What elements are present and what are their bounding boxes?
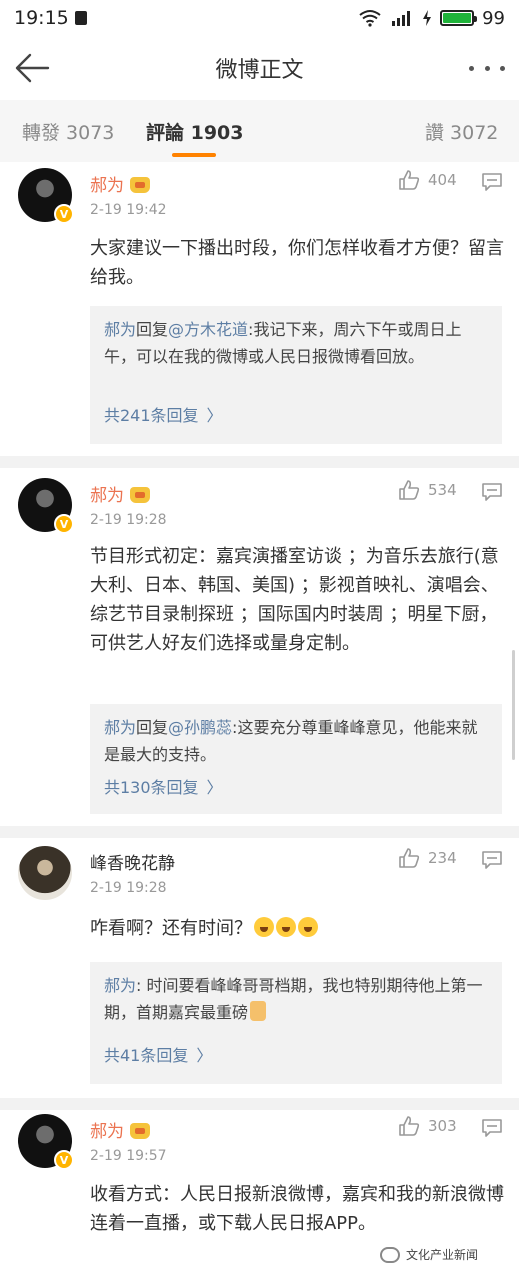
like-count: 404 bbox=[428, 171, 457, 189]
reply-box[interactable]: 郝为回复@方木花道:我记下来，周六下午或周日上午，可以在我的微博或人民日报微博看… bbox=[90, 306, 502, 444]
comment-author[interactable]: 郝为 bbox=[90, 1117, 150, 1142]
divider bbox=[0, 1098, 519, 1110]
battery-icon bbox=[440, 10, 478, 26]
page-title: 微博正文 bbox=[215, 58, 304, 83]
wechat-icon bbox=[380, 1246, 400, 1263]
reply-icon[interactable] bbox=[482, 851, 502, 869]
comment-time: 2-19 19:42 bbox=[90, 202, 167, 218]
reply-text: 郝为回复@孙鹏蕊:这要充分尊重峰峰意见，他能来就是最大的支持。 bbox=[104, 718, 478, 764]
verified-badge-icon: V bbox=[54, 514, 74, 534]
reply-icon[interactable] bbox=[482, 173, 502, 191]
divider bbox=[0, 826, 519, 838]
thumbs-up-icon bbox=[399, 848, 420, 868]
tab-reposts[interactable]: 轉發 3073 bbox=[22, 118, 114, 145]
view-replies-link[interactable]: 共41条回复〉 bbox=[104, 1042, 212, 1066]
more-options-icon[interactable] bbox=[469, 54, 505, 82]
thumbs-up-icon bbox=[399, 1116, 420, 1136]
divider bbox=[0, 456, 519, 468]
like-count: 534 bbox=[428, 481, 457, 499]
thumbs-up-icon bbox=[399, 480, 420, 500]
member-crown-icon bbox=[130, 1123, 150, 1139]
thumbs-up-emoji-icon bbox=[250, 1001, 267, 1021]
comment-time: 2-19 19:28 bbox=[90, 880, 167, 896]
comment-text: 收看方式：人民日报新浪微博，嘉宾和我的新浪微博连着一直播，或下载人民日报APP。 bbox=[90, 1184, 504, 1234]
comment-text: 咋看啊？还有时间？ bbox=[90, 914, 510, 943]
like-count: 234 bbox=[428, 849, 457, 867]
nav-bar: 微博正文 bbox=[0, 36, 519, 100]
verified-badge-icon: V bbox=[54, 1150, 74, 1170]
comment-text: 节目形式初定：嘉宾演播室访谈 ；为音乐去旅行(意大利、日本、韩国、美国) ；影视… bbox=[90, 546, 499, 654]
reply-text: 郝为回复@方木花道:我记下来，周六下午或周日上午，可以在我的微博或人民日报微博看… bbox=[104, 320, 462, 366]
comment-text: 大家建议一下播出时段，你们怎样收看才方便？留言给我。 bbox=[90, 238, 504, 288]
like-count: 303 bbox=[428, 1117, 457, 1135]
crying-emoji-icon bbox=[254, 917, 274, 937]
reply-icon[interactable] bbox=[482, 483, 502, 501]
status-bar: 19:15 99 bbox=[0, 0, 519, 36]
scrollbar[interactable] bbox=[512, 650, 515, 760]
comment-time: 2-19 19:28 bbox=[90, 512, 167, 528]
like-button[interactable]: 404 bbox=[398, 170, 457, 190]
signal-icon bbox=[392, 11, 411, 26]
tab-bar: 轉發 3073 評論 1903 讚 3072 bbox=[0, 100, 519, 162]
like-button[interactable]: 234 bbox=[398, 848, 457, 868]
crying-emoji-icon bbox=[276, 917, 296, 937]
crying-emoji-icon bbox=[298, 917, 318, 937]
reply-text: 郝为: 时间要看峰峰哥哥档期，我也特别期待他上第一期，首期嘉宾最重磅 bbox=[104, 976, 483, 1022]
avatar[interactable] bbox=[18, 846, 72, 900]
battery-percent: 99 bbox=[482, 7, 505, 29]
like-button[interactable]: 534 bbox=[398, 480, 457, 500]
status-time: 19:15 bbox=[14, 7, 69, 29]
charging-icon bbox=[423, 10, 432, 26]
reply-box[interactable]: 郝为回复@孙鹏蕊:这要充分尊重峰峰意见，他能来就是最大的支持。 共130条回复〉 bbox=[90, 704, 502, 814]
tab-comments[interactable]: 評論 1903 bbox=[146, 118, 244, 145]
like-button[interactable]: 303 bbox=[398, 1116, 457, 1136]
member-crown-icon bbox=[130, 487, 150, 503]
view-replies-link[interactable]: 共130条回复〉 bbox=[104, 774, 223, 798]
member-crown-icon bbox=[130, 177, 150, 193]
verified-badge-icon: V bbox=[54, 204, 74, 224]
wifi-icon bbox=[359, 10, 381, 27]
avatar[interactable]: V bbox=[18, 1114, 74, 1170]
comment-author[interactable]: 郝为 bbox=[90, 171, 150, 196]
comment-time: 2-19 19:57 bbox=[90, 1148, 167, 1164]
watermark: 文化产业新闻 bbox=[380, 1246, 478, 1263]
view-replies-link[interactable]: 共241条回复〉 bbox=[104, 402, 223, 426]
avatar[interactable]: V bbox=[18, 478, 74, 534]
thumbs-up-icon bbox=[399, 170, 420, 190]
avatar[interactable]: V bbox=[18, 168, 74, 224]
active-tab-indicator bbox=[172, 153, 216, 157]
back-arrow-icon[interactable] bbox=[12, 50, 52, 86]
comment-author[interactable]: 峰香晚花静 bbox=[90, 849, 175, 874]
reply-box[interactable]: 郝为: 时间要看峰峰哥哥档期，我也特别期待他上第一期，首期嘉宾最重磅 共41条回… bbox=[90, 962, 502, 1084]
notification-icon bbox=[74, 11, 87, 25]
comment-author[interactable]: 郝为 bbox=[90, 481, 150, 506]
tab-likes[interactable]: 讚 3072 bbox=[425, 118, 498, 145]
reply-icon[interactable] bbox=[482, 1119, 502, 1137]
